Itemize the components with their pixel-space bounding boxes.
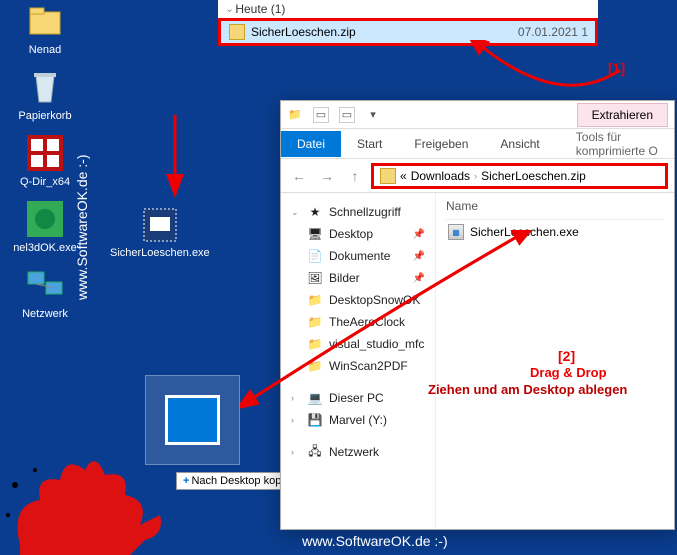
group-header[interactable]: ›Heute (1): [218, 0, 598, 18]
explorer-sidebar: ⌄★Schnellzugriff 🖥Desktop📌 📄Dokumente📌 🖼…: [281, 193, 436, 529]
sidebar-item-folder[interactable]: 📁TheAeroClock: [285, 311, 431, 333]
chevron-down-icon: ⌄: [291, 207, 301, 218]
annotation-dragdrop-de: Ziehen und am Desktop ablegen: [428, 382, 627, 397]
file-pane: Name ▦ SicherLoeschen.exe: [436, 193, 674, 529]
zip-icon: [380, 168, 396, 184]
file-date: 07.01.2021 1: [518, 25, 588, 39]
sidebar-item-folder[interactable]: 📁visual_studio_mfc: [285, 333, 431, 355]
watermark-horizontal: www.SoftwareOK.de :-): [302, 533, 448, 549]
chevron-down-icon: ›: [224, 9, 235, 12]
folder-icon: 📁: [307, 358, 323, 374]
exe-icon: ▦: [448, 224, 464, 240]
pc-icon: 💻: [307, 390, 323, 406]
pin-icon: 📌: [413, 273, 425, 284]
desktop-icon-label: Q-Dir_x64: [20, 176, 70, 188]
desktop-icon: 🖥: [307, 226, 323, 242]
toolbar-button[interactable]: ▭: [313, 107, 329, 123]
folder-icon: 📁: [287, 107, 303, 123]
breadcrumb-segment[interactable]: SicherLoeschen.zip: [481, 169, 586, 183]
zip-icon: [229, 24, 245, 40]
file-item-name: SicherLoeschen.exe: [470, 225, 579, 239]
user-folder-icon: [24, 0, 66, 42]
address-prefix: «: [400, 169, 407, 183]
explorer-window: 📁 ▭ ▭ ▾ Extrahieren Datei Start Freigebe…: [280, 100, 675, 530]
folder-icon: 📁: [307, 336, 323, 352]
sidebar-network[interactable]: ›🖧Netzwerk: [285, 441, 431, 463]
sidebar-thispc[interactable]: ›💻Dieser PC: [285, 387, 431, 409]
annotation-1: [1]: [608, 60, 625, 76]
app-icon: [24, 132, 66, 174]
tab-ansicht[interactable]: Ansicht: [484, 131, 555, 157]
desktop-icon-user[interactable]: Nenad: [6, 0, 84, 56]
ribbon-tabs: Datei Start Freigeben Ansicht Tools für …: [281, 129, 674, 159]
pin-icon: 📌: [413, 229, 425, 240]
sidebar-item-desktop[interactable]: 🖥Desktop📌: [285, 223, 431, 245]
exe-icon: [140, 205, 180, 245]
desktop-icon-app[interactable]: nel3dOK.exe: [6, 198, 84, 254]
watermark-vertical: www.SoftwareOK.de :-): [74, 155, 90, 301]
dragged-file-icon[interactable]: SicherLoeschen.exe: [110, 205, 210, 259]
toolbar-button[interactable]: ▭: [339, 107, 355, 123]
address-bar[interactable]: « Downloads› SicherLoeschen.zip: [371, 163, 668, 189]
tab-start[interactable]: Start: [341, 131, 398, 157]
desktop-icon-label: Papierkorb: [18, 110, 71, 122]
drive-icon: 💾: [307, 412, 323, 428]
desktop-icon-label: Netzwerk: [22, 308, 68, 320]
desktop-icon-recycle[interactable]: Papierkorb: [6, 66, 84, 122]
pictures-icon: 🖼: [307, 270, 323, 286]
drag-preview-inner: [165, 395, 220, 445]
recycle-bin-icon: [24, 66, 66, 108]
chevron-right-icon: ›: [474, 171, 477, 181]
column-header-name[interactable]: Name: [446, 199, 664, 220]
desktop-icon-label: nel3dOK.exe: [13, 242, 77, 254]
sidebar-item-pictures[interactable]: 🖼Bilder📌: [285, 267, 431, 289]
desktop-icon-label: Nenad: [29, 44, 61, 56]
plus-icon: +: [183, 475, 189, 487]
network-icon: [24, 264, 66, 306]
sidebar-item-folder[interactable]: 📁WinScan2PDF: [285, 355, 431, 377]
app-icon: [24, 198, 66, 240]
sidebar-item-folder[interactable]: 📁DesktopSnowOK: [285, 289, 431, 311]
file-item[interactable]: ▦ SicherLoeschen.exe: [446, 220, 664, 244]
sidebar-quickaccess[interactable]: ⌄★Schnellzugriff: [285, 201, 431, 223]
sidebar-item-drive[interactable]: ›💾Marvel (Y:): [285, 409, 431, 431]
forward-button[interactable]: →: [315, 164, 339, 188]
explorer-body: ⌄★Schnellzugriff 🖥Desktop📌 📄Dokumente📌 🖼…: [281, 193, 674, 529]
folder-icon: 📁: [307, 314, 323, 330]
chevron-right-icon: ›: [291, 447, 301, 457]
annotation-2: [2]: [558, 348, 575, 364]
breadcrumb-segment[interactable]: Downloads›: [411, 169, 477, 183]
desktop-icon-network[interactable]: Netzwerk: [6, 264, 84, 320]
address-row: ← → ↑ « Downloads› SicherLoeschen.zip: [281, 159, 674, 193]
file-name: SicherLoeschen.zip: [251, 25, 356, 39]
up-button[interactable]: ↑: [343, 164, 367, 188]
sidebar-item-documents[interactable]: 📄Dokumente📌: [285, 245, 431, 267]
mascot-image: [0, 445, 180, 555]
pin-icon: 📌: [413, 251, 425, 262]
star-icon: ★: [307, 204, 323, 220]
folder-icon: 📁: [307, 292, 323, 308]
tab-tools[interactable]: Tools für komprimierte O: [560, 124, 674, 164]
file-row-selected[interactable]: SicherLoeschen.zip 07.01.2021 1: [218, 18, 598, 46]
dropdown-icon[interactable]: ▾: [365, 107, 381, 123]
back-button[interactable]: ←: [287, 164, 311, 188]
documents-icon: 📄: [307, 248, 323, 264]
dragged-file-label: SicherLoeschen.exe: [110, 247, 210, 259]
desktop-icons-column: Nenad Papierkorb Q-Dir_x64 nel3dOK.exe N…: [6, 0, 84, 330]
annotation-arrow: [150, 110, 210, 200]
top-file-group: ›Heute (1) SicherLoeschen.zip 07.01.2021…: [218, 0, 598, 46]
annotation-dragdrop-en: Drag & Drop: [530, 365, 607, 380]
chevron-right-icon: ›: [291, 393, 301, 403]
desktop-icon-qdir[interactable]: Q-Dir_x64: [6, 132, 84, 188]
network-icon: 🖧: [307, 444, 323, 460]
chevron-right-icon: ›: [291, 415, 301, 425]
tab-freigeben[interactable]: Freigeben: [398, 131, 484, 157]
tab-datei[interactable]: Datei: [281, 131, 341, 157]
